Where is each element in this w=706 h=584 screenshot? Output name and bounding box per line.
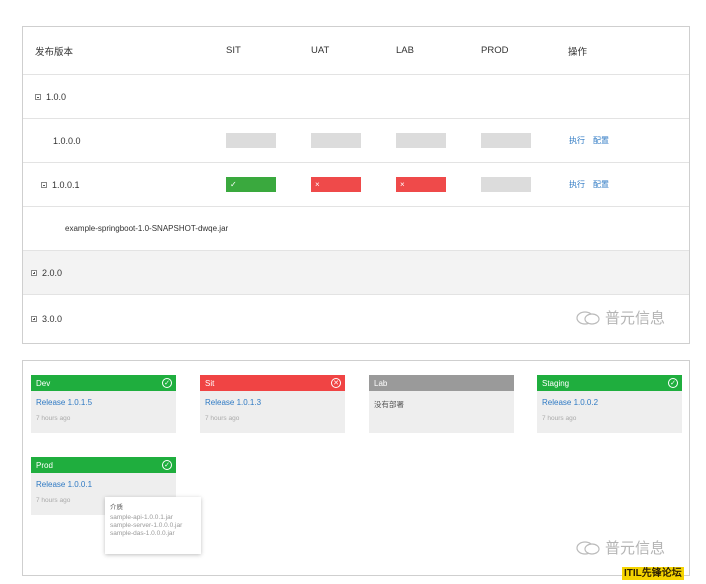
sit-status-empty: [226, 133, 276, 148]
prod-status-empty: [481, 133, 531, 148]
watermark: 普元信息: [575, 537, 665, 558]
collapse-icon[interactable]: [35, 93, 41, 100]
sit-status-success: ✓: [226, 177, 276, 192]
table-row: 1.0.0.0 执行 配置: [23, 119, 689, 163]
card-header: Staging ✓: [537, 375, 682, 391]
error-circle-icon: ✕: [331, 378, 341, 388]
col-header-uat: UAT: [311, 45, 330, 56]
success-circle-icon: ✓: [668, 378, 678, 388]
execute-link[interactable]: 执行: [569, 135, 585, 146]
tooltip-title: 介质: [110, 504, 123, 511]
artifact-tooltip: 介质 sample-api-1.0.0.1.jar sample-server-…: [105, 497, 201, 554]
col-header-sit: SIT: [226, 45, 241, 56]
table-row[interactable]: 1.0.0: [23, 75, 689, 119]
table-row: 1.0.0.1 ✓ × × 执行 配置: [23, 163, 689, 207]
cross-icon: ×: [315, 180, 320, 189]
uat-status-failed: ×: [311, 177, 361, 192]
check-icon: ✓: [230, 180, 237, 189]
wechat-icon: [576, 540, 600, 555]
card-header: Sit ✕: [200, 375, 345, 391]
release-link[interactable]: Release 1.0.1.5: [36, 398, 176, 407]
artifact-label: example-springboot-1.0-SNAPSHOT-dwqe.jar: [65, 224, 229, 233]
lab-status-failed: ×: [396, 177, 446, 192]
col-header-version: 发布版本: [35, 46, 74, 58]
success-circle-icon: ✓: [162, 378, 172, 388]
card-header: Dev ✓: [31, 375, 176, 391]
env-card-dev[interactable]: Dev ✓ Release 1.0.1.5 7 hours ago: [31, 375, 176, 433]
prod-status-empty: [481, 177, 531, 192]
config-link[interactable]: 配置: [593, 135, 609, 146]
table-header: 发布版本 SIT UAT LAB PROD 操作: [23, 27, 689, 75]
release-time: 7 hours ago: [36, 415, 71, 422]
expand-icon[interactable]: [31, 316, 37, 322]
card-header: Prod ✓: [31, 457, 176, 473]
execute-link[interactable]: 执行: [569, 179, 585, 190]
version-label: 1.0.0.0: [53, 135, 81, 146]
env-card-lab[interactable]: Lab 没有部署: [369, 375, 514, 433]
table-row[interactable]: 2.0.0: [23, 251, 689, 295]
env-card-sit[interactable]: Sit ✕ Release 1.0.1.3 7 hours ago: [200, 375, 345, 433]
env-name: Prod: [36, 460, 53, 470]
version-label: 1.0.0.1: [52, 179, 80, 190]
not-deployed-text: 没有部署: [374, 400, 404, 409]
tooltip-item: sample-server-1.0.0.0.jar: [110, 522, 183, 529]
forum-tag: ITIL先锋论坛: [622, 567, 684, 580]
success-circle-icon: ✓: [162, 460, 172, 470]
release-link[interactable]: Release 1.0.0.2: [542, 398, 682, 407]
watermark-text: 普元信息: [605, 310, 666, 327]
release-tree-table: 发布版本 SIT UAT LAB PROD 操作 1.0.0 1.0.0.0 执…: [22, 26, 690, 344]
tooltip-item: sample-api-1.0.0.1.jar: [110, 514, 173, 521]
watermark-text: 普元信息: [605, 540, 666, 557]
version-label: 1.0.0: [46, 91, 67, 102]
env-name: Dev: [36, 378, 51, 388]
expand-icon[interactable]: [31, 269, 37, 276]
release-link[interactable]: Release 1.0.1.3: [205, 398, 345, 407]
card-header: Lab: [369, 375, 514, 391]
table-row: example-springboot-1.0-SNAPSHOT-dwqe.jar: [23, 207, 689, 251]
env-name: Lab: [374, 378, 388, 388]
version-label: 3.0.0: [42, 314, 63, 324]
lab-status-empty: [396, 133, 446, 148]
col-header-actions: 操作: [568, 46, 588, 58]
wechat-icon: [576, 310, 600, 325]
release-time: 7 hours ago: [542, 415, 577, 422]
env-card-staging[interactable]: Staging ✓ Release 1.0.0.2 7 hours ago: [537, 375, 682, 433]
uat-status-empty: [311, 133, 361, 148]
config-link[interactable]: 配置: [593, 179, 609, 190]
release-time: 7 hours ago: [205, 415, 240, 422]
cross-icon: ×: [400, 180, 405, 189]
tooltip-item: sample-das-1.0.0.0.jar: [110, 530, 175, 537]
env-name: Sit: [205, 378, 215, 388]
environment-cards-panel: Dev ✓ Release 1.0.1.5 7 hours ago Sit ✕ …: [22, 360, 690, 576]
release-link[interactable]: Release 1.0.0.1: [36, 480, 176, 489]
version-label: 2.0.0: [42, 267, 63, 278]
col-header-lab: LAB: [396, 45, 414, 56]
col-header-prod: PROD: [481, 45, 509, 56]
watermark: 普元信息: [575, 307, 665, 328]
collapse-icon[interactable]: [41, 181, 47, 188]
env-name: Staging: [542, 378, 570, 388]
